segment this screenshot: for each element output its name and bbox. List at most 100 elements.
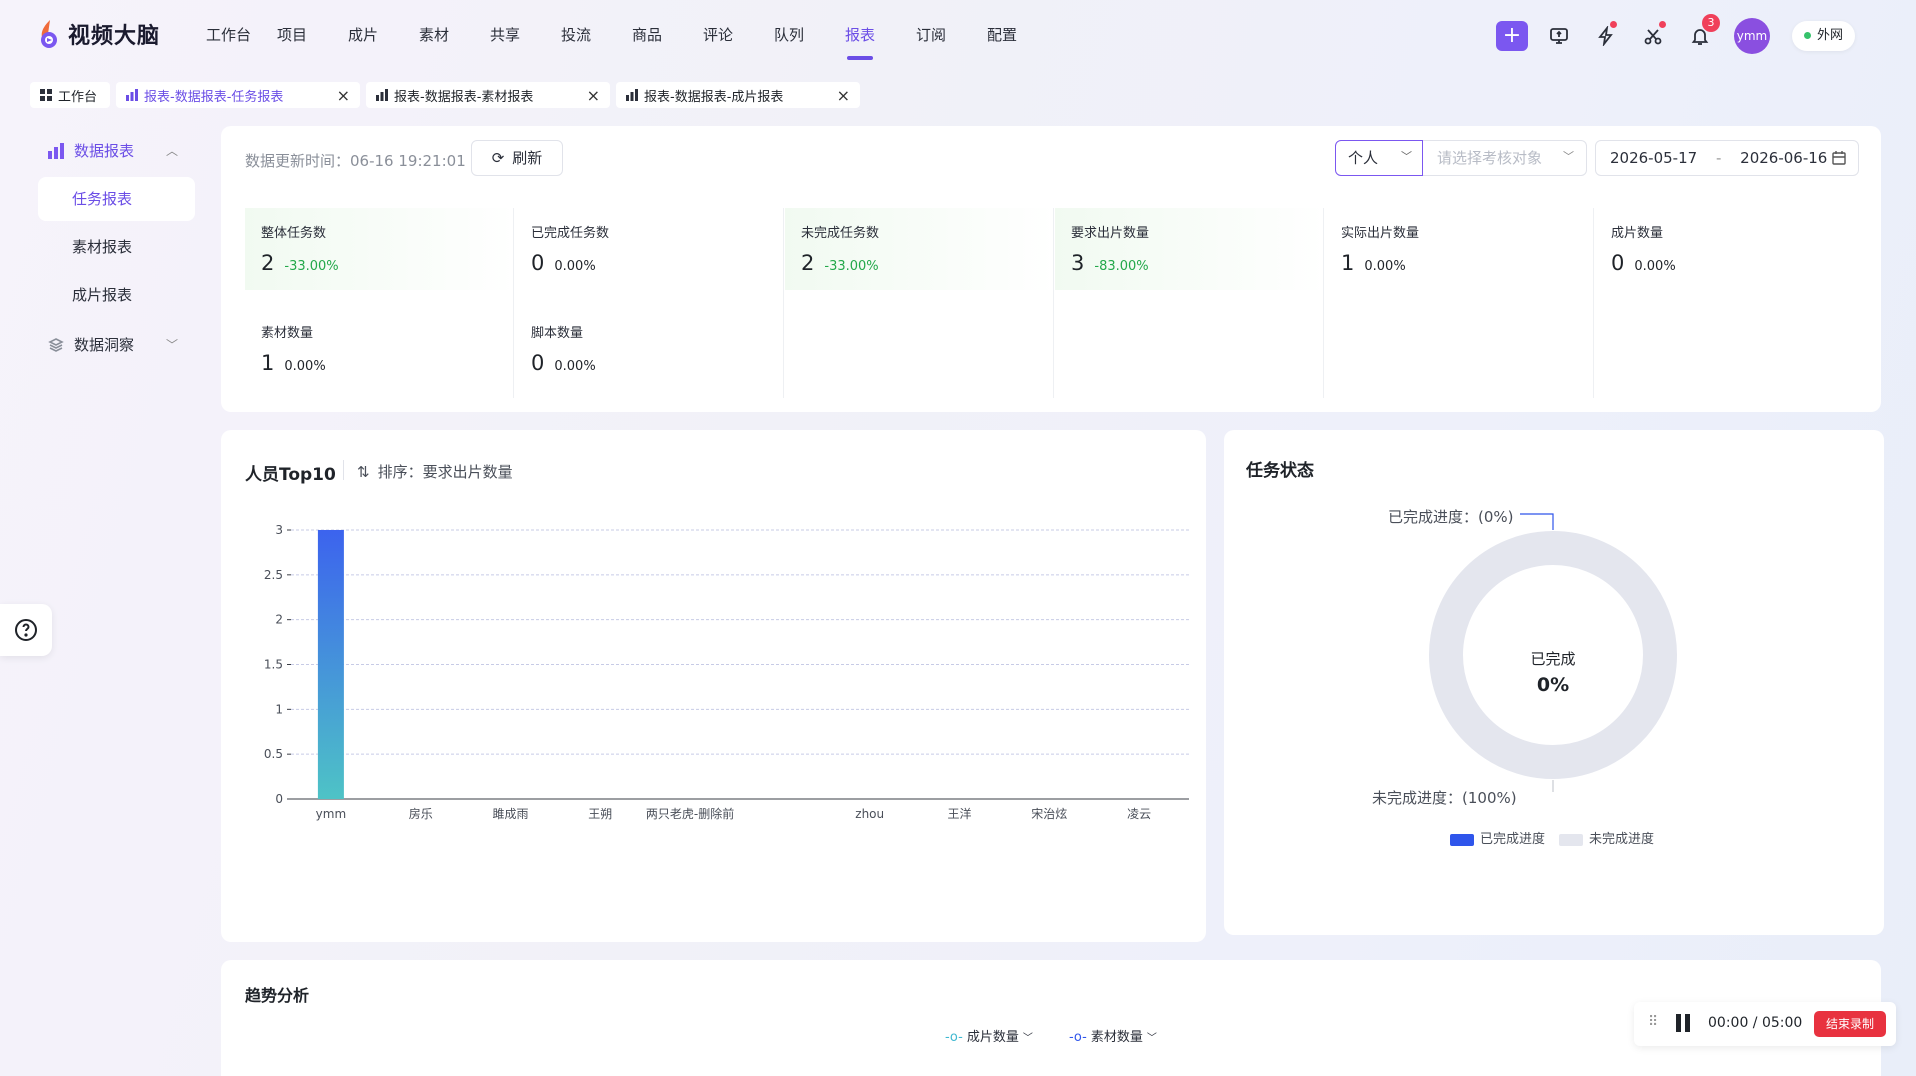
stat-value: 3 [1071, 251, 1085, 275]
stat-divider [1593, 208, 1594, 398]
nav-item-4[interactable]: 共享 [490, 24, 561, 45]
nav-item-7[interactable]: 评论 [703, 24, 774, 45]
topbar-actions: + 3 ymm 外网 [1496, 14, 1916, 54]
stat-value-row: 1 0.00% [1341, 251, 1595, 275]
legend-done[interactable]: 已完成进度 [1450, 828, 1545, 847]
x-tick-label: zhou [855, 807, 884, 821]
top10-card: 人员Top10 ⇅ 排序：要求出片数量 0 0.5 1 1.5 2 2.5 3 ymm 房乐 雎成雨… [221, 430, 1206, 942]
update-time: 数据更新时间：06-16 19:21:01 [245, 150, 466, 171]
scissors-icon [1644, 29, 1662, 45]
close-icon[interactable]: × [587, 86, 600, 105]
notification-button[interactable]: 3 [1684, 14, 1720, 54]
report-icon [126, 89, 138, 101]
chevron-down-icon: ﹀ [1022, 1033, 1033, 1044]
y-tick-label: 1 [275, 702, 283, 716]
stat-divider [1323, 208, 1324, 398]
nav-item-1[interactable]: 项目 [277, 24, 348, 45]
date-end: 2026-06-16 [1740, 149, 1828, 167]
nav-item-0[interactable]: 工作台 [206, 24, 277, 45]
target-select[interactable]: 请选择考核对象 ﹀ [1423, 140, 1587, 176]
bar[interactable] [317, 530, 344, 799]
plus-icon: + [1496, 21, 1528, 51]
stat-change: -83.00% [1094, 259, 1149, 274]
nav-item-10[interactable]: 订阅 [916, 24, 987, 45]
sidebar-item-film-report[interactable]: 成片报表 [38, 273, 195, 317]
sidebar-group-data-report[interactable]: 数据报表 ︿ [48, 140, 188, 161]
chevron-down-icon: ﹀ [1401, 150, 1412, 163]
legend-label: 已完成进度 [1480, 832, 1546, 847]
y-tick-label: 3 [275, 523, 283, 537]
report-icon [626, 89, 638, 101]
trend-card: 趋势分析 -o- 成片数量 ﹀ -o- 素材数量 ﹀ [221, 960, 1881, 1076]
stat-change: 0.00% [1634, 259, 1676, 274]
legend-todo[interactable]: 未完成进度 [1559, 828, 1654, 847]
sidebar-group-data-insight[interactable]: 数据洞察 ﹀ [48, 334, 188, 355]
quick-action-button[interactable] [1590, 18, 1622, 54]
recording-time: 00:00 / 05:00 [1708, 1015, 1803, 1031]
calendar-icon [1832, 151, 1846, 165]
stat-value: 1 [1341, 251, 1355, 275]
trend-metric-film[interactable]: -o- 成片数量 ﹀ [945, 1026, 1033, 1045]
legend-swatch [1559, 833, 1584, 846]
nav-item-6[interactable]: 商品 [632, 24, 703, 45]
app-name: 视频大脑 [68, 24, 161, 49]
report-icon [48, 142, 64, 159]
layers-icon [48, 337, 64, 352]
quick-action-dot [1610, 21, 1617, 28]
stat-label: 脚本数量 [531, 326, 584, 341]
user-avatar[interactable]: ymm [1734, 18, 1770, 54]
nav-item-11[interactable]: 配置 [987, 24, 1058, 45]
screen-share-button[interactable] [1543, 18, 1575, 54]
lightning-icon [1598, 26, 1613, 46]
clip-tool-button[interactable] [1637, 18, 1669, 54]
report-icon [376, 89, 388, 101]
refresh-button[interactable]: ⟳ 刷新 [471, 140, 563, 176]
stop-recording-button[interactable]: 结束录制 [1814, 1011, 1886, 1037]
tab-label: 报表-数据报表-成片报表 [644, 89, 784, 105]
stat-change: 0.00% [1364, 259, 1406, 274]
help-button[interactable] [0, 604, 52, 656]
network-label: 外网 [1817, 28, 1844, 43]
tab-material-report[interactable]: 报表-数据报表-素材报表 × [366, 82, 610, 108]
stat-label: 已完成任务数 [531, 226, 610, 241]
trend-metric-material[interactable]: -o- 素材数量 ﹀ [1069, 1026, 1157, 1045]
stat-divider [513, 208, 514, 398]
nav-item-9[interactable]: 报表 [845, 24, 916, 60]
scope-select[interactable]: 个人 ﹀ [1335, 140, 1423, 176]
create-button[interactable]: + [1496, 18, 1528, 54]
nav-item-5[interactable]: 投流 [561, 24, 632, 45]
stat-value: 1 [261, 351, 275, 375]
x-tick-label: 凌云 [1127, 807, 1151, 821]
stat-card: 素材数量 1 0.00% [245, 308, 515, 390]
logo-icon [41, 20, 57, 48]
recording-bar: ⠿ 00:00 / 05:00 结束录制 [1634, 1002, 1896, 1046]
date-range-picker[interactable]: 2026-05-17 - 2026-06-16 [1595, 140, 1859, 176]
sidebar-item-material-report[interactable]: 素材报表 [38, 225, 195, 269]
network-status[interactable]: 外网 [1792, 21, 1856, 51]
sidebar-item-task-report[interactable]: 任务报表 [38, 177, 195, 221]
stat-change: 0.00% [554, 259, 596, 274]
drag-handle-icon[interactable]: ⠿ [1648, 1014, 1658, 1030]
status-legend: 已完成进度 未完成进度 [1450, 828, 1654, 847]
stat-label: 整体任务数 [261, 226, 327, 241]
close-icon[interactable]: × [837, 86, 850, 105]
status-dot [1804, 32, 1811, 39]
nav-item-8[interactable]: 队列 [774, 24, 845, 45]
page-tabs: 工作台 报表-数据报表-任务报表 × 报表-数据报表-素材报表 × 报表-数据报… [30, 82, 860, 108]
nav-item-3[interactable]: 素材 [419, 24, 490, 45]
nav-item-2[interactable]: 成片 [348, 24, 419, 45]
stat-value: 0 [531, 351, 545, 375]
scope-value: 个人 [1348, 149, 1379, 167]
tab-workbench[interactable]: 工作台 [30, 82, 110, 108]
app-logo[interactable]: 视频大脑 [36, 18, 160, 50]
close-icon[interactable]: × [337, 86, 350, 105]
pause-icon[interactable] [1676, 1014, 1690, 1032]
stat-change: 0.00% [554, 359, 596, 374]
question-icon [15, 619, 37, 641]
tab-film-report[interactable]: 报表-数据报表-成片报表 × [616, 82, 860, 108]
tab-label: 工作台 [58, 89, 98, 105]
chevron-up-icon: ︿ [166, 144, 179, 158]
tab-task-report[interactable]: 报表-数据报表-任务报表 × [116, 82, 360, 108]
stat-label: 成片数量 [1611, 226, 1664, 241]
x-tick-label: 两只老虎-删除前 [646, 806, 734, 821]
